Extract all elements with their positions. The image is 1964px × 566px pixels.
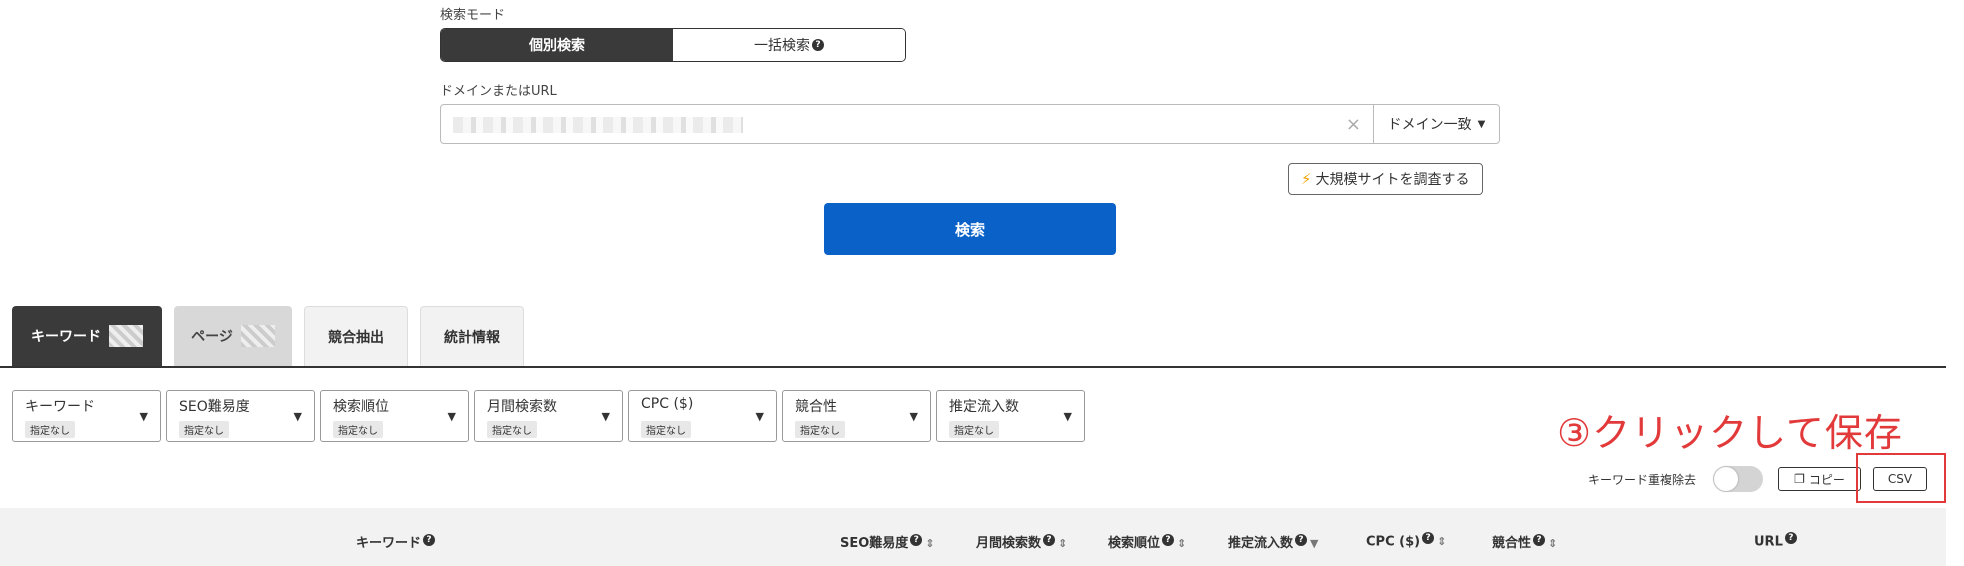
big-site-button[interactable]: ⚡ 大規模サイトを調査する bbox=[1288, 163, 1483, 195]
column-url[interactable]: URL? bbox=[1754, 532, 1797, 549]
column-label: 月間検索数 bbox=[976, 536, 1042, 551]
chevron-down-icon: ▼ bbox=[1063, 410, 1072, 423]
column-rank[interactable]: 検索順位? ⇕ bbox=[1108, 532, 1186, 551]
column-label: 競合性 bbox=[1492, 536, 1532, 551]
sort-icon[interactable]: ⇕ bbox=[1058, 537, 1067, 550]
filter-badge: 指定なし bbox=[641, 421, 691, 438]
column-traffic[interactable]: 推定流入数? ▼ bbox=[1228, 532, 1318, 551]
annotation-highlight-box bbox=[1856, 453, 1946, 503]
copy-label: コピー bbox=[1808, 472, 1845, 487]
filter-badge: 指定なし bbox=[333, 421, 383, 438]
help-icon[interactable]: ? bbox=[423, 533, 436, 546]
filter-badge: 指定なし bbox=[25, 421, 75, 438]
individual-search-button[interactable]: 個別検索 bbox=[441, 29, 673, 61]
filter-label: CPC ($) bbox=[641, 396, 694, 412]
domain-label: ドメインまたはURL bbox=[440, 84, 557, 99]
chevron-down-icon: ▼ bbox=[293, 410, 302, 423]
clear-icon[interactable]: × bbox=[1346, 114, 1361, 135]
tab-competitor[interactable]: 競合抽出 bbox=[304, 306, 408, 366]
help-icon[interactable]: ? bbox=[1162, 533, 1175, 546]
chevron-down-icon: ▼ bbox=[755, 410, 764, 423]
match-type-label: ドメイン一致 bbox=[1387, 117, 1472, 133]
chevron-down-icon: ▼ bbox=[909, 410, 918, 423]
filter-rank[interactable]: 検索順位 指定なし ▼ bbox=[320, 390, 469, 442]
domain-input-group: × ドメイン一致 ▼ bbox=[440, 104, 1500, 144]
blurred-domain-text bbox=[453, 117, 743, 133]
chevron-down-icon: ▼ bbox=[601, 410, 610, 423]
filter-badge: 指定なし bbox=[179, 421, 229, 438]
chevron-down-icon: ▼ bbox=[139, 410, 148, 423]
table-header: キーワード? SEO難易度? ⇕ 月間検索数? ⇕ 検索順位? ⇕ 推定流入数? ▼ C… bbox=[0, 508, 1946, 566]
filter-label: 検索順位 bbox=[333, 399, 389, 415]
filter-badge: 指定なし bbox=[487, 421, 537, 438]
tab-keyword-label: キーワード bbox=[31, 329, 101, 345]
help-icon[interactable]: ? bbox=[1784, 532, 1797, 544]
filter-monthly[interactable]: 月間検索数 指定なし ▼ bbox=[474, 390, 623, 442]
filter-label: SEO難易度 bbox=[179, 399, 250, 415]
dedupe-label: キーワード重複除去 bbox=[1588, 473, 1697, 487]
filter-badge: 指定なし bbox=[949, 421, 999, 438]
filter-label: 競合性 bbox=[795, 399, 837, 415]
copy-button[interactable]: ❐ コピー bbox=[1778, 467, 1861, 491]
filter-competition[interactable]: 競合性 指定なし ▼ bbox=[782, 390, 931, 442]
tab-page[interactable]: ページ bbox=[174, 306, 292, 366]
help-icon[interactable]: ? bbox=[1043, 533, 1056, 546]
filter-badge: 指定なし bbox=[795, 421, 845, 438]
column-label: URL bbox=[1754, 534, 1783, 550]
column-keyword[interactable]: キーワード? bbox=[356, 532, 436, 551]
dedupe-toggle[interactable] bbox=[1713, 466, 1763, 492]
chevron-down-icon: ▼ bbox=[447, 410, 456, 423]
sort-desc-icon[interactable]: ▼ bbox=[1310, 537, 1318, 550]
copy-icon: ❐ bbox=[1794, 472, 1805, 486]
filter-keyword[interactable]: キーワード 指定なし ▼ bbox=[12, 390, 161, 442]
column-seo[interactable]: SEO難易度? ⇕ bbox=[840, 532, 935, 551]
search-mode-label: 検索モード bbox=[440, 8, 506, 23]
blurred-count bbox=[240, 325, 275, 347]
filter-label: 月間検索数 bbox=[487, 399, 557, 415]
column-label: キーワード bbox=[356, 536, 422, 551]
search-mode-toggle: 個別検索 一括検索 ? bbox=[440, 28, 906, 62]
sort-icon[interactable]: ⇕ bbox=[1437, 535, 1446, 548]
column-label: SEO難易度 bbox=[840, 536, 909, 551]
column-label: 推定流入数 bbox=[1228, 536, 1294, 551]
column-label: CPC ($) bbox=[1366, 534, 1421, 550]
filter-label: キーワード bbox=[25, 399, 95, 415]
bulk-search-label: 一括検索 bbox=[754, 38, 810, 54]
filter-traffic[interactable]: 推定流入数 指定なし ▼ bbox=[936, 390, 1085, 442]
domain-input[interactable]: × bbox=[441, 105, 1373, 143]
help-icon[interactable]: ? bbox=[1422, 532, 1435, 544]
filter-label: 推定流入数 bbox=[949, 399, 1019, 415]
help-icon[interactable]: ? bbox=[910, 533, 923, 546]
big-site-label: 大規模サイトを調査する bbox=[1315, 172, 1470, 188]
lightning-icon: ⚡ bbox=[1301, 170, 1312, 188]
chevron-down-icon: ▼ bbox=[1477, 118, 1486, 130]
help-icon[interactable]: ? bbox=[812, 39, 824, 51]
tab-keyword[interactable]: キーワード bbox=[12, 306, 162, 366]
annotation-text: ③クリックして保存 bbox=[1557, 411, 1903, 455]
toggle-knob bbox=[1714, 467, 1738, 491]
help-icon[interactable]: ? bbox=[1295, 533, 1308, 546]
tab-divider bbox=[0, 366, 1946, 368]
sort-icon[interactable]: ⇕ bbox=[1177, 537, 1186, 550]
sort-icon[interactable]: ⇕ bbox=[925, 537, 934, 550]
tab-page-label: ページ bbox=[191, 329, 233, 345]
tab-stats[interactable]: 統計情報 bbox=[420, 306, 524, 366]
column-competition[interactable]: 競合性? ⇕ bbox=[1492, 532, 1557, 551]
column-cpc[interactable]: CPC ($)? ⇕ bbox=[1366, 532, 1446, 549]
column-label: 検索順位 bbox=[1108, 536, 1161, 551]
filter-seo[interactable]: SEO難易度 指定なし ▼ bbox=[166, 390, 315, 442]
sort-icon[interactable]: ⇕ bbox=[1548, 537, 1557, 550]
help-icon[interactable]: ? bbox=[1533, 533, 1546, 546]
search-button[interactable]: 検索 bbox=[824, 203, 1116, 255]
match-type-select[interactable]: ドメイン一致 ▼ bbox=[1373, 105, 1499, 143]
column-monthly[interactable]: 月間検索数? ⇕ bbox=[976, 532, 1067, 551]
bulk-search-button[interactable]: 一括検索 ? bbox=[673, 29, 905, 61]
filter-cpc[interactable]: CPC ($) 指定なし ▼ bbox=[628, 390, 777, 442]
blurred-count bbox=[109, 325, 143, 347]
